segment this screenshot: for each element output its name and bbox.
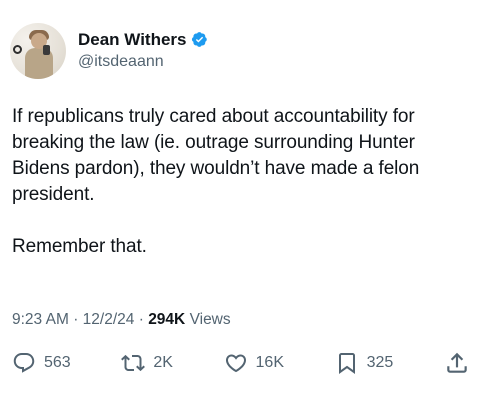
views-count: 294K (148, 311, 186, 328)
reply-button[interactable]: 563 (12, 351, 71, 375)
like-button[interactable]: 16K (224, 351, 284, 375)
avatar-ring-shape (13, 45, 22, 54)
repost-icon (121, 351, 146, 375)
user-handle[interactable]: @itsdeaann (78, 51, 208, 73)
name-row: Dean Withers (78, 29, 208, 50)
bookmark-count: 325 (366, 354, 394, 371)
like-count: 16K (255, 354, 284, 371)
bookmark-button[interactable]: 325 (335, 351, 394, 375)
views-label: Views (189, 311, 231, 328)
repost-count: 2K (153, 354, 173, 371)
share-icon (444, 350, 470, 376)
verified-badge-icon[interactable] (191, 31, 208, 48)
reply-icon (12, 351, 36, 375)
tweet-header: Dean Withers @itsdeaann (10, 22, 208, 80)
tweet-text: If republicans truly cared about account… (12, 106, 420, 257)
share-button[interactable] (444, 350, 470, 376)
avatar-phone-shape (43, 45, 50, 55)
user-names: Dean Withers @itsdeaann (78, 29, 208, 73)
tweet-meta: 9:23 AM · 12/2/24 · 294K Views (12, 309, 231, 331)
repost-button[interactable]: 2K (121, 351, 173, 375)
tweet-time[interactable]: 9:23 AM (12, 311, 69, 328)
reply-count: 563 (44, 354, 71, 371)
heart-icon (224, 351, 248, 375)
display-name[interactable]: Dean Withers (78, 29, 186, 50)
meta-separator: · (73, 311, 79, 328)
action-bar: 563 2K 16K 325 (12, 346, 470, 380)
avatar[interactable] (10, 23, 66, 79)
bookmark-icon (335, 351, 359, 375)
meta-separator: · (138, 311, 144, 328)
tweet-date[interactable]: 12/2/24 (83, 311, 135, 328)
